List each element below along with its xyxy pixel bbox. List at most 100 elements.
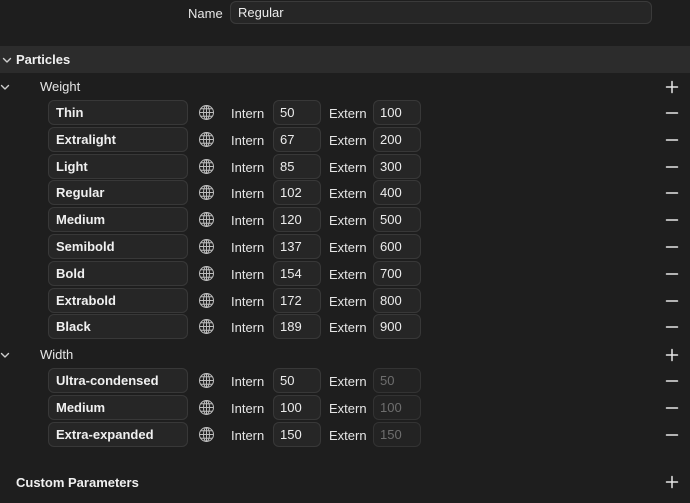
particle-row: Semibold Intern 137 Extern 600	[0, 234, 690, 261]
intern-field[interactable]: 67	[273, 127, 321, 152]
group-header-weight[interactable]: Weight	[0, 74, 690, 100]
particle-name-field[interactable]: Bold	[48, 261, 188, 286]
add-custom-parameter-button[interactable]	[662, 472, 682, 492]
extern-field[interactable]: 500	[373, 207, 421, 232]
plus-icon	[665, 348, 679, 362]
extern-label: Extern	[329, 374, 367, 389]
particle-row: Extra-expanded Intern 150 Extern 150	[0, 422, 690, 449]
intern-field[interactable]: 172	[273, 288, 321, 313]
particle-name-field[interactable]: Extralight	[48, 127, 188, 152]
intern-label: Intern	[231, 133, 265, 148]
intern-label: Intern	[231, 320, 265, 335]
plus-icon	[665, 475, 679, 489]
remove-particle-button[interactable]	[662, 291, 682, 311]
intern-field[interactable]: 120	[273, 207, 321, 232]
particle-name-field[interactable]: Ultra-condensed	[48, 368, 188, 393]
globe-icon[interactable]	[198, 265, 215, 282]
globe-icon[interactable]	[198, 292, 215, 309]
particle-name-field[interactable]: Thin	[48, 100, 188, 125]
extern-label: Extern	[329, 213, 367, 228]
particle-name-field[interactable]: Black	[48, 314, 188, 339]
custom-parameters-title: Custom Parameters	[16, 475, 139, 490]
extern-field[interactable]: 200	[373, 127, 421, 152]
chevron-down-icon[interactable]	[0, 82, 10, 92]
intern-field[interactable]: 189	[273, 314, 321, 339]
extern-field[interactable]: 800	[373, 288, 421, 313]
add-particle-button[interactable]	[662, 345, 682, 365]
particle-row: Ultra-condensed Intern 50 Extern 50	[0, 368, 690, 395]
particle-row: Thin Intern 50 Extern 100	[0, 100, 690, 127]
intern-label: Intern	[231, 160, 265, 175]
intern-field[interactable]: 150	[273, 422, 321, 447]
custom-parameters-header: Custom Parameters	[0, 469, 690, 496]
globe-icon[interactable]	[198, 318, 215, 335]
intern-label: Intern	[231, 374, 265, 389]
chevron-down-icon[interactable]	[0, 350, 10, 360]
globe-icon[interactable]	[198, 372, 215, 389]
minus-icon	[665, 428, 679, 442]
minus-icon	[665, 320, 679, 334]
extern-field[interactable]: 100	[373, 395, 421, 420]
remove-particle-button[interactable]	[662, 425, 682, 445]
particle-row: Black Intern 189 Extern 900	[0, 314, 690, 341]
globe-icon[interactable]	[198, 211, 215, 228]
extern-label: Extern	[329, 320, 367, 335]
chevron-down-icon[interactable]	[2, 55, 12, 65]
globe-icon[interactable]	[198, 104, 215, 121]
extern-field[interactable]: 300	[373, 154, 421, 179]
intern-field[interactable]: 154	[273, 261, 321, 286]
particle-name-field[interactable]: Medium	[48, 207, 188, 232]
extern-field[interactable]: 50	[373, 368, 421, 393]
extern-field[interactable]: 700	[373, 261, 421, 286]
remove-particle-button[interactable]	[662, 210, 682, 230]
extern-label: Extern	[329, 428, 367, 443]
intern-label: Intern	[231, 401, 265, 416]
extern-field[interactable]: 100	[373, 100, 421, 125]
intern-label: Intern	[231, 428, 265, 443]
extern-field[interactable]: 400	[373, 180, 421, 205]
remove-particle-button[interactable]	[662, 398, 682, 418]
remove-particle-button[interactable]	[662, 130, 682, 150]
globe-icon[interactable]	[198, 158, 215, 175]
intern-field[interactable]: 137	[273, 234, 321, 259]
particle-name-field[interactable]: Light	[48, 154, 188, 179]
particle-name-field[interactable]: Extrabold	[48, 288, 188, 313]
particle-name-field[interactable]: Semibold	[48, 234, 188, 259]
particles-title: Particles	[16, 52, 71, 67]
extern-label: Extern	[329, 240, 367, 255]
particle-name-field[interactable]: Extra-expanded	[48, 422, 188, 447]
remove-particle-button[interactable]	[662, 317, 682, 337]
remove-particle-button[interactable]	[662, 264, 682, 284]
extern-field[interactable]: 150	[373, 422, 421, 447]
group-header-width[interactable]: Width	[0, 342, 690, 368]
remove-particle-button[interactable]	[662, 371, 682, 391]
remove-particle-button[interactable]	[662, 237, 682, 257]
particle-name-field[interactable]: Regular	[48, 180, 188, 205]
particles-section-header[interactable]: Particles	[0, 46, 690, 73]
intern-field[interactable]: 50	[273, 100, 321, 125]
globe-icon[interactable]	[198, 131, 215, 148]
intern-field[interactable]: 85	[273, 154, 321, 179]
particle-name-field[interactable]: Medium	[48, 395, 188, 420]
minus-icon	[665, 401, 679, 415]
minus-icon	[665, 294, 679, 308]
globe-icon[interactable]	[198, 184, 215, 201]
intern-field[interactable]: 50	[273, 368, 321, 393]
globe-icon[interactable]	[198, 426, 215, 443]
intern-label: Intern	[231, 267, 265, 282]
remove-particle-button[interactable]	[662, 157, 682, 177]
remove-particle-button[interactable]	[662, 183, 682, 203]
intern-field[interactable]: 102	[273, 180, 321, 205]
intern-field[interactable]: 100	[273, 395, 321, 420]
minus-icon	[665, 106, 679, 120]
extern-field[interactable]: 900	[373, 314, 421, 339]
add-particle-button[interactable]	[662, 77, 682, 97]
globe-icon[interactable]	[198, 399, 215, 416]
extern-field[interactable]: 600	[373, 234, 421, 259]
particle-row: Extrabold Intern 172 Extern 800	[0, 288, 690, 315]
globe-icon[interactable]	[198, 238, 215, 255]
name-field[interactable]: Regular	[230, 1, 652, 24]
remove-particle-button[interactable]	[662, 103, 682, 123]
extern-label: Extern	[329, 133, 367, 148]
minus-icon	[665, 213, 679, 227]
